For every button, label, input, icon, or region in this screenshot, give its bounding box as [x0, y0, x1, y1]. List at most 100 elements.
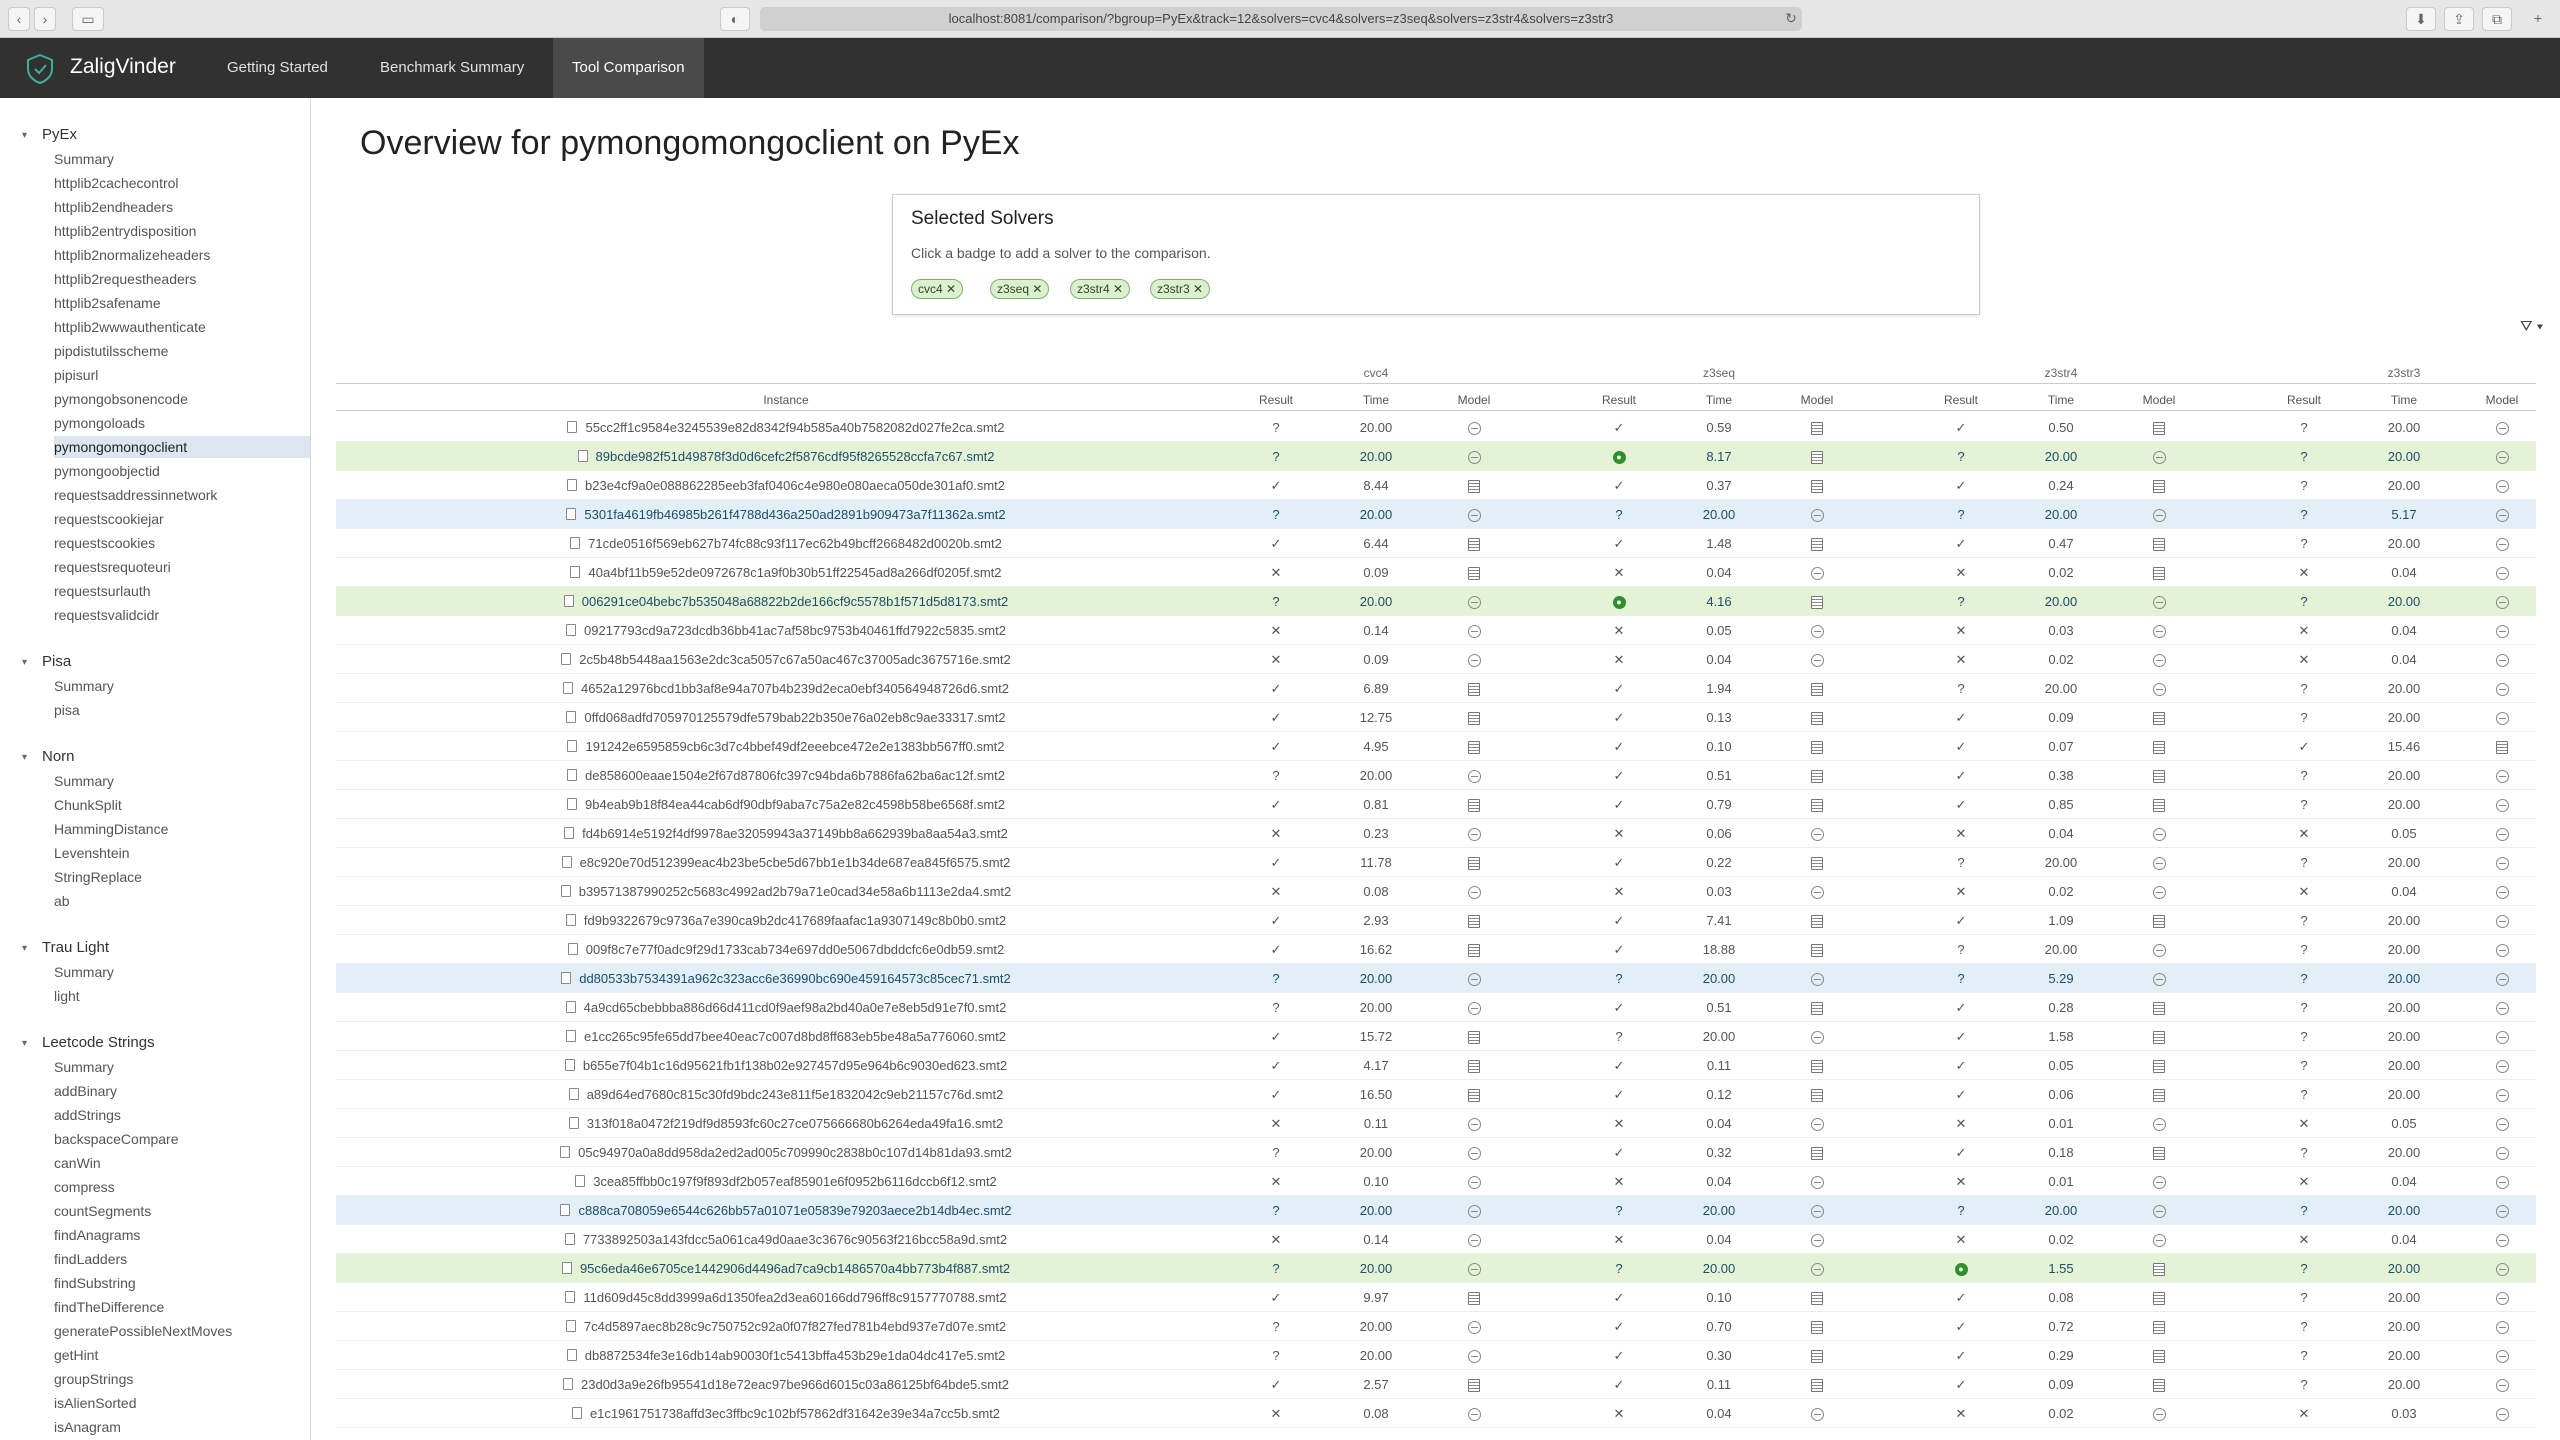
sidebar-item-groupstrings[interactable]: groupStrings [54, 1368, 310, 1390]
instance-name[interactable]: de858600eaae1504e2f67d87806fc397c94bda6b… [585, 768, 1005, 783]
instance-cell[interactable]: 11d609d45c8dd3999a6d1350fea2d3ea60166dd7… [336, 1283, 1236, 1312]
instance-name[interactable]: dd80533b7534391a962c323acc6e36990bc690e4… [579, 971, 1011, 986]
sidebar-item-findanagrams[interactable]: findAnagrams [54, 1224, 310, 1246]
sidebar-item-isanagram[interactable]: isAnagram [54, 1416, 310, 1438]
model-document-icon[interactable] [2153, 1060, 2165, 1074]
column-header-time[interactable]: Time [2016, 393, 2106, 407]
model-document-icon[interactable] [1811, 1321, 1823, 1335]
table-row[interactable]: db8872534fe3e16db14ab90030f1c5413bffa453… [336, 1341, 2536, 1370]
sidebar-item-httplib2cachecontrol[interactable]: httplib2cachecontrol [54, 172, 310, 194]
instance-cell[interactable]: db8872534fe3e16db14ab90030f1c5413bffa453… [336, 1341, 1236, 1370]
download-icon[interactable]: ⬇ [2406, 7, 2436, 31]
instance-name[interactable]: 191242e6595859cb6c3d7c4bbef49df2eeebce47… [585, 739, 1004, 754]
sidebar-group-trau-light[interactable]: Trau Light [42, 939, 109, 956]
instance-cell[interactable]: 009f8c7e77f0adc9f29d1733cab734e697dd0e50… [336, 935, 1236, 964]
column-header-time[interactable]: Time [1331, 393, 1421, 407]
model-document-icon[interactable] [1811, 1292, 1823, 1306]
table-row[interactable]: 191242e6595859cb6c3d7c4bbef49df2eeebce47… [336, 732, 2536, 761]
instance-name[interactable]: 5301fa4619fb46985b261f4788d436a250ad2891… [584, 507, 1005, 522]
model-document-icon[interactable] [2153, 1002, 2165, 1016]
model-document-icon[interactable] [1811, 538, 1823, 552]
instance-name[interactable]: 89bcde982f51d49878f3d0d6cefc2f5876cdf95f… [596, 449, 995, 464]
table-row[interactable]: e1c1961751738affd3ec3ffbc9c102bf57862df3… [336, 1399, 2536, 1428]
table-row[interactable]: 7c4d5897aec8b28c9c750752c92a0f07f827fed7… [336, 1312, 2536, 1341]
instance-cell[interactable]: e8c920e70d512399eac4b23be5cbe5d67bb1e1b3… [336, 848, 1236, 877]
new-tab-icon[interactable]: + [2524, 7, 2552, 31]
instance-name[interactable]: 0ffd068adfd705970125579dfe579bab22b350e7… [584, 710, 1005, 725]
sidebar-item-stringreplace[interactable]: StringReplace [54, 866, 310, 888]
instance-name[interactable]: b655e7f04b1c16d95621fb1f138b02e927457d95… [583, 1058, 1007, 1073]
table-row[interactable]: 89bcde982f51d49878f3d0d6cefc2f5876cdf95f… [336, 442, 2536, 471]
model-document-icon[interactable] [2153, 1263, 2165, 1277]
model-document-icon[interactable] [1468, 857, 1480, 871]
model-document-icon[interactable] [2153, 770, 2165, 784]
sidebar-item-httplib2wwwauthenticate[interactable]: httplib2wwwauthenticate [54, 316, 310, 338]
instance-cell[interactable]: 40a4bf11b59e52de0972678c1a9f0b30b51ff225… [336, 558, 1236, 587]
instance-cell[interactable]: 71cde0516f569eb627b74fc88c93f117ec62b49b… [336, 529, 1236, 558]
model-document-icon[interactable] [2153, 799, 2165, 813]
column-header-time[interactable]: Time [2359, 393, 2449, 407]
instance-name[interactable]: 4652a12976bcd1bb3af8e94a707b4b239d2eca0e… [581, 681, 1009, 696]
column-header-result[interactable]: Result [1916, 393, 2006, 407]
sidebar-group-pyex[interactable]: PyEx [42, 126, 77, 143]
sidebar-item-httplib2requestheaders[interactable]: httplib2requestheaders [54, 268, 310, 290]
instance-name[interactable]: 9b4eab9b18f84ea44cab6df90dbf9aba7c75a2e8… [585, 797, 1005, 812]
column-header-result[interactable]: Result [2259, 393, 2349, 407]
column-header-model[interactable]: Model [2457, 393, 2547, 407]
column-header-model[interactable]: Model [1429, 393, 1519, 407]
table-row[interactable]: fd4b6914e5192f4df9978ae32059943a37149bb8… [336, 819, 2536, 848]
instance-cell[interactable]: 55cc2ff1c9584e3245539e82d8342f94b585a40b… [336, 413, 1236, 442]
sidebar-item-summary[interactable]: Summary [54, 770, 310, 792]
table-row[interactable]: 009f8c7e77f0adc9f29d1733cab734e697dd0e50… [336, 935, 2536, 964]
model-document-icon[interactable] [1811, 596, 1823, 610]
sidebar-item-backspacecompare[interactable]: backspaceCompare [54, 1128, 310, 1150]
privacy-icon[interactable]: ◐ [720, 7, 750, 31]
instance-name[interactable]: e1cc265c95fe65dd7bee40eac7c007d8bd8ff683… [584, 1029, 1006, 1044]
sidebar-item-findladders[interactable]: findLadders [54, 1248, 310, 1270]
sidebar-item-httplib2entrydisposition[interactable]: httplib2entrydisposition [54, 220, 310, 242]
model-document-icon[interactable] [1468, 1060, 1480, 1074]
table-row[interactable]: c888ca708059e6544c626bb57a01071e05839e79… [336, 1196, 2536, 1225]
tab-getting-started[interactable]: Getting Started [208, 38, 347, 98]
sidebar-item-gethint[interactable]: getHint [54, 1344, 310, 1366]
instance-name[interactable]: 23d0d3a9e26fb95541d18e72eac97be966d6015c… [581, 1377, 1009, 1392]
instance-cell[interactable]: 05c94970a0a8dd958da2ed2ad005c709990c2838… [336, 1138, 1236, 1167]
group-collapse-icon[interactable]: ▾ [22, 130, 27, 141]
instance-cell[interactable]: 4a9cd65cbebbba886d66d411cd0f9aef98a2bd40… [336, 993, 1236, 1022]
model-document-icon[interactable] [1468, 741, 1480, 755]
instance-cell[interactable]: b655e7f04b1c16d95621fb1f138b02e927457d95… [336, 1051, 1236, 1080]
tab-benchmark-summary[interactable]: Benchmark Summary [361, 38, 543, 98]
sidebar-item-summary[interactable]: Summary [54, 675, 310, 697]
model-document-icon[interactable] [2153, 480, 2165, 494]
sidebar-group-leetcode-strings[interactable]: Leetcode Strings [42, 1034, 155, 1051]
sidebar-item-compress[interactable]: compress [54, 1176, 310, 1198]
instance-name[interactable]: db8872534fe3e16db14ab90030f1c5413bffa453… [585, 1348, 1006, 1363]
brand-name[interactable]: ZaligVinder [70, 55, 176, 79]
model-document-icon[interactable] [2153, 1350, 2165, 1364]
model-document-icon[interactable] [1468, 799, 1480, 813]
table-row[interactable]: 4652a12976bcd1bb3af8e94a707b4b239d2eca0e… [336, 674, 2536, 703]
model-document-icon[interactable] [1468, 1292, 1480, 1306]
column-header-time[interactable]: Time [1674, 393, 1764, 407]
column-header-result[interactable]: Result [1231, 393, 1321, 407]
sidebar-item-requestscookies[interactable]: requestscookies [54, 532, 310, 554]
table-row[interactable]: 4a9cd65cbebbba886d66d411cd0f9aef98a2bd40… [336, 993, 2536, 1022]
instance-name[interactable]: fd4b6914e5192f4df9978ae32059943a37149bb8… [582, 826, 1008, 841]
table-row[interactable]: a89d64ed7680c815c30fd9bdc243e811f5e18320… [336, 1080, 2536, 1109]
share-icon[interactable]: ⇪ [2444, 7, 2474, 31]
model-document-icon[interactable] [1468, 683, 1480, 697]
group-collapse-icon[interactable]: ▾ [22, 1038, 27, 1049]
model-document-icon[interactable] [2153, 422, 2165, 436]
solver-badge-z3seq[interactable]: z3seq ✕ [990, 279, 1050, 299]
instance-cell[interactable]: 23d0d3a9e26fb95541d18e72eac97be966d6015c… [336, 1370, 1236, 1399]
instance-name[interactable]: 313f018a0472f219df9d8593fc60c27ce0756666… [587, 1116, 1003, 1131]
instance-cell[interactable]: 4652a12976bcd1bb3af8e94a707b4b239d2eca0e… [336, 674, 1236, 703]
table-row[interactable]: 40a4bf11b59e52de0972678c1a9f0b30b51ff225… [336, 558, 2536, 587]
model-document-icon[interactable] [1468, 567, 1480, 581]
sidebar-item-isaliensorted[interactable]: isAlienSorted [54, 1392, 310, 1414]
instance-cell[interactable]: 313f018a0472f219df9d8593fc60c27ce0756666… [336, 1109, 1236, 1138]
sidebar-item-pisa[interactable]: pisa [54, 699, 310, 721]
forward-button[interactable]: › [34, 7, 56, 31]
instance-name[interactable]: b23e4cf9a0e088862285eeb3faf0406c4e980e08… [585, 478, 1005, 493]
model-document-icon[interactable] [1811, 1350, 1823, 1364]
